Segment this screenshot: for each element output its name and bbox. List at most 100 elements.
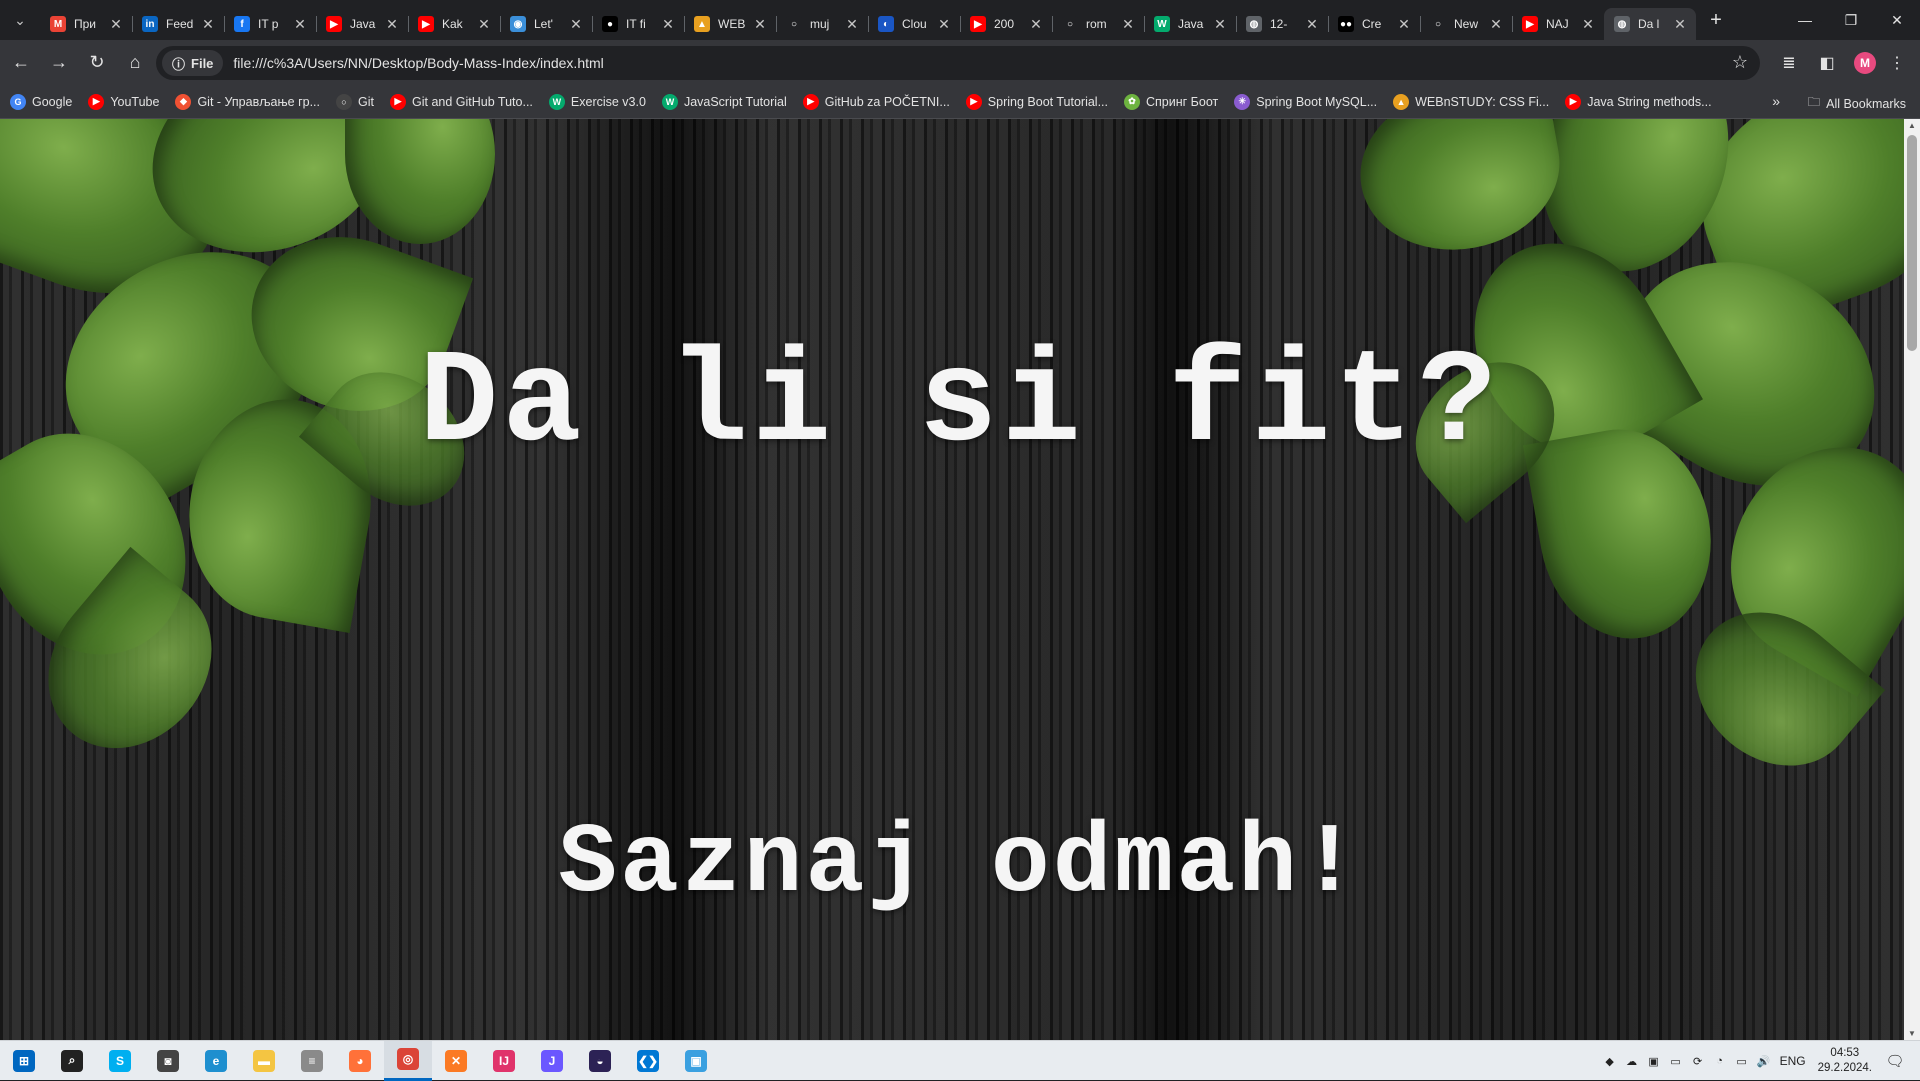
bookmark-item[interactable]: ▶ YouTube: [88, 93, 159, 110]
forward-button[interactable]: →: [42, 46, 76, 80]
bookmark-item[interactable]: G Google: [10, 93, 72, 110]
browser-tab[interactable]: in Feed ✕: [132, 8, 225, 40]
browser-tab[interactable]: ○ muj ✕: [776, 8, 869, 40]
bookmark-item[interactable]: ✳ Spring Boot MySQL...: [1234, 93, 1377, 110]
taskbar-app[interactable]: ◙: [144, 1041, 192, 1081]
scroll-down-arrow-icon[interactable]: ▼: [1907, 1029, 1917, 1038]
browser-tab[interactable]: ○ New ✕: [1420, 8, 1513, 40]
nvidia-icon[interactable]: ▣: [1646, 1053, 1662, 1069]
bookmark-item[interactable]: ✿ Спринг Боот: [1124, 93, 1218, 110]
youtube-icon: ▶: [1522, 16, 1538, 32]
bookmark-item[interactable]: ▲ WEBnSTUDY: CSS Fi...: [1393, 93, 1549, 110]
close-tab-icon[interactable]: ✕: [384, 16, 400, 33]
close-tab-icon[interactable]: ✕: [936, 16, 952, 33]
vertical-scrollbar[interactable]: ▲ ▼: [1904, 119, 1920, 1040]
close-tab-icon[interactable]: ✕: [1120, 16, 1136, 33]
media-queue-icon[interactable]: ≣: [1772, 46, 1806, 80]
taskbar-app[interactable]: ⌕: [48, 1041, 96, 1081]
close-tab-icon[interactable]: ✕: [660, 16, 676, 33]
browser-tab[interactable]: M При ✕: [40, 8, 133, 40]
browser-tab[interactable]: ▲ WEB ✕: [684, 8, 777, 40]
bookmark-item[interactable]: ▶ Spring Boot Tutorial...: [965, 93, 1108, 110]
reload-button[interactable]: ↻: [80, 46, 114, 80]
taskbar-app[interactable]: ▬: [240, 1041, 288, 1081]
taskbar-app[interactable]: ▣: [672, 1041, 720, 1081]
close-tab-icon[interactable]: ✕: [1396, 16, 1412, 33]
more-bookmarks-button[interactable]: »: [1772, 93, 1780, 109]
language-indicator[interactable]: ENG: [1780, 1054, 1806, 1068]
site-info-chip[interactable]: ⓘ File: [162, 50, 224, 76]
browser-tab[interactable]: W Java ✕: [1144, 8, 1237, 40]
wifi-icon[interactable]: ◔: [1712, 1053, 1728, 1069]
browser-tab[interactable]: ▶ Java ✕: [316, 8, 409, 40]
bookmark-item[interactable]: ○ Git: [336, 93, 374, 110]
browser-tab[interactable]: ○ rom ✕: [1052, 8, 1145, 40]
display-icon[interactable]: ▭: [1668, 1053, 1684, 1069]
minimize-icon[interactable]: —: [1782, 0, 1828, 40]
taskbar-app[interactable]: ◎: [384, 1040, 432, 1081]
url-text[interactable]: file:///c%3A/Users/NN/Desktop/Body-Mass-…: [233, 55, 603, 71]
close-tab-icon[interactable]: ✕: [844, 16, 860, 33]
browser-tab[interactable]: ▶ NAJ ✕: [1512, 8, 1605, 40]
back-button[interactable]: ←: [4, 46, 38, 80]
taskbar-app[interactable]: ⊞: [0, 1041, 48, 1081]
colorful-app-icon[interactable]: ◆: [1602, 1053, 1618, 1069]
notification-center-icon[interactable]: 🗨: [1880, 1046, 1910, 1076]
browser-tab[interactable]: ● IT fi ✕: [592, 8, 685, 40]
clock[interactable]: 04:53 29.2.2024.: [1818, 1046, 1872, 1076]
scrollbar-thumb[interactable]: [1907, 135, 1917, 351]
volume-icon[interactable]: 🔊: [1756, 1053, 1772, 1069]
close-tab-icon[interactable]: ✕: [108, 16, 124, 33]
side-panel-icon[interactable]: ◧: [1810, 46, 1844, 80]
profile-avatar[interactable]: M: [1854, 52, 1876, 74]
menu-kebab-icon[interactable]: ⋮: [1880, 46, 1914, 80]
close-window-icon[interactable]: ✕: [1874, 0, 1920, 40]
browser-tab[interactable]: ◐ Clou ✕: [868, 8, 961, 40]
bookmark-item[interactable]: W Exercise v3.0: [548, 93, 646, 110]
close-tab-icon[interactable]: ✕: [1672, 16, 1688, 33]
taskbar-app[interactable]: e: [192, 1041, 240, 1081]
bookmark-item[interactable]: ▶ GitHub za POČETNI...: [802, 93, 950, 110]
bookmark-item[interactable]: W JavaScript Tutorial: [661, 93, 787, 110]
browser-tab[interactable]: ▶ 200 ✕: [960, 8, 1053, 40]
restore-icon[interactable]: ❐: [1828, 0, 1874, 40]
close-tab-icon[interactable]: ✕: [476, 16, 492, 33]
bookmark-item[interactable]: ▶ Java String methods...: [1565, 93, 1712, 110]
browser-tab[interactable]: ◍ 12- ✕: [1236, 8, 1329, 40]
scroll-up-arrow-icon[interactable]: ▲: [1907, 121, 1917, 130]
network-icon[interactable]: ▭: [1734, 1053, 1750, 1069]
new-tab-button[interactable]: +: [1702, 6, 1730, 34]
browser-tab[interactable]: ▶ Kak ✕: [408, 8, 501, 40]
address-bar[interactable]: ⓘ File file:///c%3A/Users/NN/Desktop/Bod…: [156, 46, 1760, 80]
taskbar-app[interactable]: ✕: [432, 1041, 480, 1081]
taskbar-app[interactable]: J: [528, 1041, 576, 1081]
search-icon: ⌕: [61, 1049, 83, 1072]
close-tab-icon[interactable]: ✕: [1212, 16, 1228, 33]
home-button[interactable]: ⌂: [118, 46, 152, 80]
cloud-off-icon[interactable]: ☁: [1624, 1053, 1640, 1069]
browser-tab[interactable]: f IT p ✕: [224, 8, 317, 40]
browser-tab[interactable]: ●● Cre ✕: [1328, 8, 1421, 40]
taskbar-app[interactable]: S: [96, 1041, 144, 1081]
taskbar-app[interactable]: ◕: [336, 1041, 384, 1081]
close-tab-icon[interactable]: ✕: [1028, 16, 1044, 33]
sync-icon[interactable]: ⟳: [1690, 1053, 1706, 1069]
all-bookmarks-button[interactable]: 🗀 All Bookmarks: [1808, 93, 1906, 114]
close-tab-icon[interactable]: ✕: [292, 16, 308, 33]
taskbar-app[interactable]: IJ: [480, 1041, 528, 1081]
close-tab-icon[interactable]: ✕: [1304, 16, 1320, 33]
taskbar-app[interactable]: ❮❯: [624, 1041, 672, 1081]
bookmark-item[interactable]: ▶ Git and GitHub Tuto...: [390, 93, 533, 110]
close-tab-icon[interactable]: ✕: [1580, 16, 1596, 33]
close-tab-icon[interactable]: ✕: [568, 16, 584, 33]
bookmark-item[interactable]: ◆ Git - Управљање гр...: [175, 93, 320, 110]
browser-tab[interactable]: ◍ Da l ✕: [1604, 8, 1696, 40]
close-tab-icon[interactable]: ✕: [200, 16, 216, 33]
browser-tab[interactable]: ◉ Let' ✕: [500, 8, 593, 40]
close-tab-icon[interactable]: ✕: [1488, 16, 1504, 33]
taskbar-app[interactable]: ≡: [288, 1041, 336, 1081]
taskbar-app[interactable]: ◒: [576, 1041, 624, 1081]
tab-search-chevron-icon[interactable]: ⌄: [6, 6, 34, 34]
bookmark-star-icon[interactable]: ☆: [1732, 52, 1748, 73]
close-tab-icon[interactable]: ✕: [752, 16, 768, 33]
